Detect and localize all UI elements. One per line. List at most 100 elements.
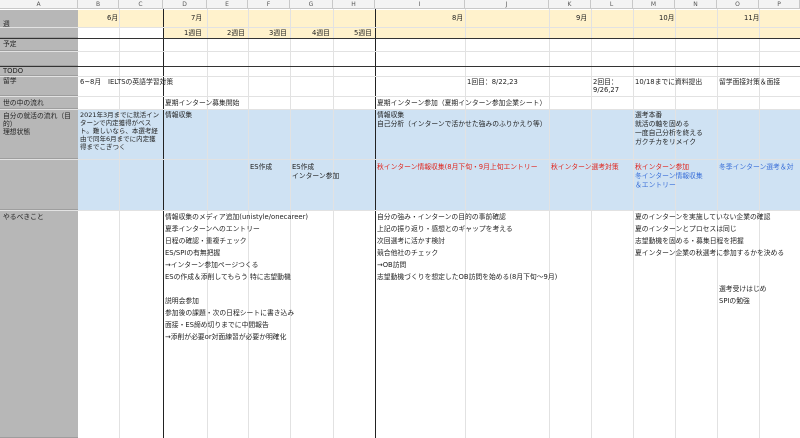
month-july[interactable]: 7月 xyxy=(191,14,202,22)
todo-august-1[interactable]: 自分の強み・インターンの目的の事前確認 xyxy=(377,213,506,221)
own-flow-oct-2[interactable]: 就活の軸を固める xyxy=(635,120,689,128)
own-flow-august-2[interactable]: 自己分析（インターンで活かせた強みのふりかえり等） xyxy=(377,120,547,128)
todo-july-6[interactable]: ESの作成＆添削してもらう 特に志望動機 xyxy=(165,273,291,281)
study-ielts[interactable]: 6~8月 IELTSの英語学習対策 xyxy=(80,78,173,86)
event-winter-entry[interactable]: ＆エントリー xyxy=(635,181,676,189)
col-header-G[interactable]: G xyxy=(290,0,333,9)
col-header-P[interactable]: P xyxy=(759,0,800,9)
row-header-world-flow[interactable]: 世の中の流れ xyxy=(0,96,78,109)
event-autumn-select[interactable]: 秋インターン選考対策 xyxy=(551,163,619,171)
world-flow-august[interactable]: 夏期インターン参加（夏期インターン参加企業シート） xyxy=(377,99,546,107)
row-header-blank[interactable] xyxy=(0,51,78,66)
own-flow-oct-3[interactable]: 一度自己分析を終える xyxy=(635,129,703,137)
own-flow-oct-1[interactable]: 選考本番 xyxy=(635,111,662,119)
month-september[interactable]: 9月 xyxy=(576,14,587,22)
event-intern-join[interactable]: インターン参加 xyxy=(292,172,339,180)
row-header-week[interactable]: 週 xyxy=(0,10,78,38)
month-november[interactable]: 11月 xyxy=(744,14,759,22)
col-header-B[interactable]: B xyxy=(78,0,119,9)
todo-october-3[interactable]: 志望動機を固める・募集日程を把握 xyxy=(635,237,744,245)
todo-july-b-1[interactable]: 説明会参加 xyxy=(165,297,199,305)
event-autumn-join[interactable]: 秋インターン参加 xyxy=(635,163,689,171)
col-header-E[interactable]: E xyxy=(207,0,248,9)
todo-july-1[interactable]: 情報収集のメディア追加(unistyle/onecareer) xyxy=(165,213,308,221)
world-flow-july[interactable]: 夏期インターン募集開始 xyxy=(165,99,239,107)
study-first-exam[interactable]: 1回目：8/22,23 xyxy=(467,78,518,86)
month-row-band xyxy=(78,10,800,27)
row-header-own-flow[interactable]: 自分の就活の流れ（目的） 理想状態 xyxy=(0,109,78,159)
study-interview[interactable]: 留学面接対策＆面接 xyxy=(719,78,780,86)
todo-july-b-4[interactable]: →添削が必要or対面練習が必要か明確化 xyxy=(165,333,286,341)
row-header-study-abroad[interactable]: 留学 xyxy=(0,76,78,96)
col-header-H[interactable]: H xyxy=(333,0,375,9)
todo-august-4[interactable]: 競合他社のチェック xyxy=(377,249,438,257)
study-second-exam[interactable]: 2回目： 9/26,27 xyxy=(593,78,633,94)
own-flow-august-1[interactable]: 情報収集 xyxy=(377,111,404,119)
todo-october-1[interactable]: 夏のインターンを実施していない企業の確認 xyxy=(635,213,770,221)
gridline xyxy=(0,159,800,160)
todo-july-b-3[interactable]: 面接・ES締め切りまでに中間報告 xyxy=(165,321,269,329)
gridline xyxy=(549,9,550,438)
todo-november-1[interactable]: 選考受けはじめ xyxy=(719,285,767,293)
col-header-J[interactable]: J xyxy=(465,0,549,9)
gridline xyxy=(0,27,800,28)
week-5[interactable]: 5週目 xyxy=(354,29,372,37)
gridline xyxy=(717,9,718,438)
gridline-month-july xyxy=(163,9,164,438)
event-es-1[interactable]: ES作成 xyxy=(250,163,272,171)
study-submit[interactable]: 10/18までに資料提出 xyxy=(635,78,702,86)
row-header-blank-2[interactable] xyxy=(0,159,78,210)
col-header-C[interactable]: C xyxy=(119,0,163,9)
todo-november-2[interactable]: SPIの勉強 xyxy=(719,297,750,305)
todo-october-2[interactable]: 夏のインターンとプロセスは同じ xyxy=(635,225,737,233)
week-2[interactable]: 2週目 xyxy=(227,29,245,37)
col-header-F[interactable]: F xyxy=(248,0,290,9)
col-header-I[interactable]: I xyxy=(375,0,465,9)
todo-october-4[interactable]: 夏インターン企業の秋選考に参加するかを決める xyxy=(635,249,784,257)
col-header-L[interactable]: L xyxy=(591,0,633,9)
month-october[interactable]: 10月 xyxy=(659,14,674,22)
col-header-D[interactable]: D xyxy=(163,0,207,9)
col-header-K[interactable]: K xyxy=(549,0,591,9)
event-es-2[interactable]: ES作成 xyxy=(292,163,314,171)
month-august[interactable]: 8月 xyxy=(452,14,463,22)
todo-august-3[interactable]: 次回選考に活かす検討 xyxy=(377,237,445,245)
gridline xyxy=(0,76,800,77)
gridline xyxy=(675,9,676,438)
gridline xyxy=(290,9,291,438)
todo-august-6[interactable]: 志望動機づくりを想定したOB訪問を始める(8月下旬～9月) xyxy=(377,273,557,281)
week-3[interactable]: 3週目 xyxy=(269,29,287,37)
todo-august-2[interactable]: 上記の振り返り・感想とのギャップを考える xyxy=(377,225,513,233)
todo-july-b-2[interactable]: 参加後の課題・次の日程シートに書き込み xyxy=(165,309,294,317)
gridline xyxy=(0,109,800,110)
gridline xyxy=(248,9,249,438)
col-header-A[interactable]: A xyxy=(0,0,78,9)
gridline xyxy=(333,9,334,438)
row-header-todo-items[interactable]: やるべきこと xyxy=(0,210,78,438)
own-flow-oct-4[interactable]: ガクチカをリメイク xyxy=(635,138,696,146)
row-header-plan[interactable]: 予定 xyxy=(0,38,78,51)
gridline xyxy=(207,9,208,438)
todo-july-4[interactable]: ES/SPIの有無把握 xyxy=(165,249,220,257)
spreadsheet: A B C D E F G H I J K L M N O P 週 予定 TOD… xyxy=(0,0,800,438)
event-winter-select[interactable]: 冬季インターン選考＆対 xyxy=(719,163,799,171)
own-flow-july[interactable]: 情報収集 xyxy=(165,111,192,119)
gridline xyxy=(119,9,120,438)
todo-july-2[interactable]: 夏季インターンへのエントリー xyxy=(165,225,260,233)
gridline xyxy=(0,51,800,52)
event-winter-info[interactable]: 冬インターン情報収集 xyxy=(635,172,703,180)
gridline xyxy=(0,210,800,211)
month-june[interactable]: 6月 xyxy=(107,14,118,22)
event-autumn-info[interactable]: 秋インターン情報収集(8月下旬・9月上旬エントリー xyxy=(377,163,538,171)
todo-august-5[interactable]: →OB訪問 xyxy=(377,261,406,269)
gridline xyxy=(591,9,592,438)
col-header-O[interactable]: O xyxy=(717,0,759,9)
todo-july-3[interactable]: 日程の確認・重複チェック xyxy=(165,237,247,245)
week-1[interactable]: 1週目 xyxy=(184,29,202,37)
todo-july-5[interactable]: →インターン参加ページつくる xyxy=(165,261,258,269)
col-header-N[interactable]: N xyxy=(675,0,717,9)
col-header-M[interactable]: M xyxy=(633,0,675,9)
row-header-todo[interactable]: TODO xyxy=(0,66,78,76)
own-flow-goal[interactable]: 2021年3月までに就活インターンで内定獲得がベスト。難しいなら、本選考経由で同… xyxy=(80,111,162,151)
week-4[interactable]: 4週目 xyxy=(312,29,330,37)
